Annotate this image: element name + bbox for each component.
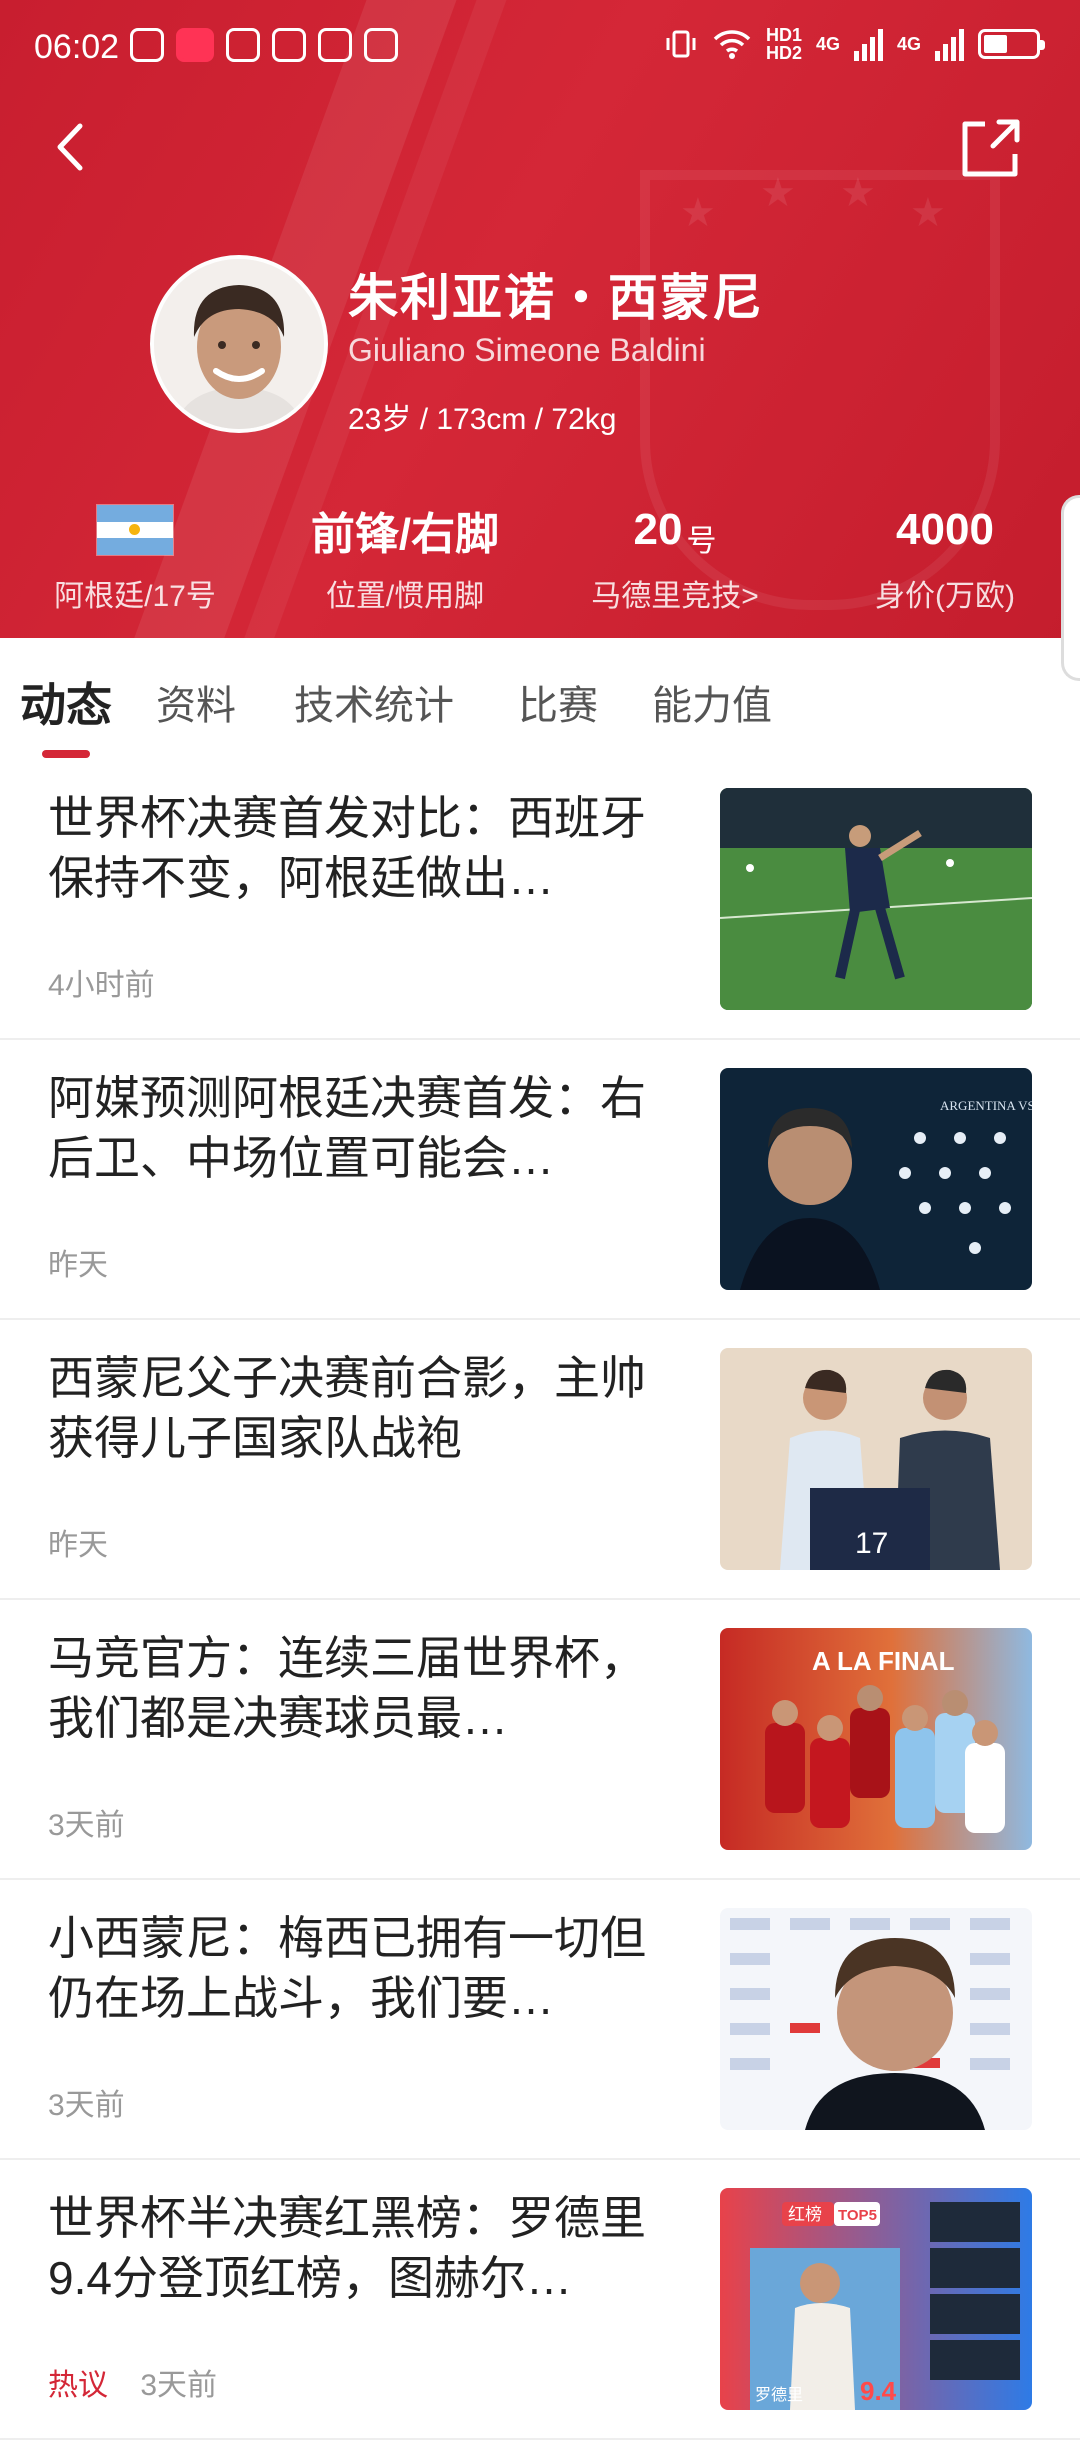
tab-profile[interactable]: 资料 [156,673,236,731]
news-title: 西蒙尼父子决赛前合影，主帅获得儿子国家队战袍 [48,1352,646,1464]
news-meta: 3天前 [48,1800,125,1844]
status-bar: 06:02 HD1 HD2 4G 4G [0,0,1080,100]
browser-icon [272,28,306,62]
player-avatar [150,255,328,433]
stat-position-value: 前锋/右脚 [310,510,500,559]
thumbnail-score: 9.4 [860,2376,897,2406]
thumbnail-player-name: 罗德里 [755,2385,803,2404]
news-thumbnail [720,788,1032,1010]
news-title: 阿媒预测阿根廷决赛首发：右后卫、中场位置可能会… [48,1072,646,1184]
stat-nation-flag-wrap [0,495,270,565]
gallery-icon [318,28,352,62]
news-time: 4小时前 [48,969,155,1002]
wechat-icon [226,28,260,62]
news-meta: 4小时前 [48,960,155,1004]
system-indicators: HD1 HD2 4G 4G [664,26,1045,62]
thumbnail-top-label: TOP5 [838,2207,877,2224]
news-list: 世界杯决赛首发对比：西班牙保持不变，阿根廷做出… 4小时前 阿媒预测阿根廷决赛首… [0,760,1080,2440]
news-time: 3天前 [140,2369,218,2402]
news-time: 3天前 [48,1809,125,1842]
tab-matches[interactable]: 比赛 [518,673,598,731]
stat-club-label: 马德里竞技> [591,580,759,613]
stat-club[interactable]: 20 号 马德里竞技> [540,495,810,615]
news-thumbnail: ARGENTINA VS [720,1068,1032,1290]
news-item[interactable]: 世界杯半决赛红黑榜：罗德里9.4分登顶红榜，图赫尔… 热议 3天前 红榜 TOP… [0,2160,1080,2440]
notification-icons [130,28,398,62]
lte-label-2: 4G [896,33,921,54]
stat-club-value: 20 号 [540,495,810,565]
stat-market-value: 4000 身价(万欧) [810,495,1080,615]
news-item[interactable]: 西蒙尼父子决赛前合影，主帅获得儿子国家队战袍 昨天 17 [0,1320,1080,1600]
vibrate-icon [666,30,696,58]
stat-nation-label: 阿根廷/17号 [54,580,216,613]
stat-position-label: 位置/惯用脚 [325,580,485,613]
thumbnail-caption: A LA FINAL [812,1646,955,1676]
stat-position: 前锋/右脚 位置/惯用脚 [270,495,540,615]
news-meta: 昨天 [48,1520,108,1564]
message-icon [130,28,164,62]
stat-market-value-label: 身价(万欧) [875,580,1015,613]
wifi-icon [713,30,751,59]
news-item[interactable]: 阿媒预测阿根廷决赛首发：右后卫、中场位置可能会… 昨天 ARGENTINA VS [0,1040,1080,1320]
player-header: ★ ★ ★ ★ 06:02 HD1 HD2 4G 4G 朱利亚诺・西蒙尼 Giu… [0,0,1080,638]
shirt-number: 20 [633,505,683,554]
argentina-flag-icon [96,504,174,556]
status-time: 06:02 [34,28,120,66]
news-thumbnail: 17 [720,1348,1032,1570]
thumbnail-badge: 红榜 [788,2205,822,2225]
signal-icon [853,27,883,61]
shirt-number-suffix: 号 [686,525,717,558]
news-thumbnail: A LA FINAL [720,1628,1032,1850]
hd-indicator: HD1 HD2 [766,26,802,62]
hot-topic-tag: 热议 [48,2369,108,2402]
share-icon [962,119,1020,177]
news-time: 昨天 [48,1249,108,1282]
news-meta: 3天前 [48,2080,125,2124]
tab-stats[interactable]: 技术统计 [294,673,454,731]
player-bio: 23岁 / 173cm / 72kg [348,403,617,436]
player-name-cn: 朱利亚诺・西蒙尼 [348,270,764,326]
news-time: 昨天 [48,1529,108,1562]
lte-label-1: 4G [815,33,840,54]
news-title: 世界杯决赛首发对比：西班牙保持不变，阿根廷做出… [48,792,646,904]
thumbnail-caption: ARGENTINA VS [940,1098,1032,1113]
signal-icon [935,27,964,61]
app-badge-icon [176,28,214,62]
news-time: 3天前 [48,2089,125,2122]
news-item[interactable]: 小西蒙尼：梅西已拥有一切但仍在场上战斗，我们要… 3天前 [0,1880,1080,2160]
share-button[interactable] [955,112,1027,184]
tab-bar: 动态 资料 技术统计 比赛 能力值 [0,638,1080,758]
news-item[interactable]: 世界杯决赛首发对比：西班牙保持不变，阿根廷做出… 4小时前 [0,760,1080,1040]
hd2-label: HD2 [765,43,802,63]
news-item[interactable]: 马竞官方：连续三届世界杯，我们都是决赛球员最… 3天前 A LA FINAL [0,1600,1080,1880]
stat-nation[interactable]: 阿根廷/17号 [0,495,270,615]
battery-icon [978,29,1045,59]
news-meta: 昨天 [48,1240,108,1284]
active-tab-indicator [42,750,90,758]
news-title: 世界杯半决赛红黑榜：罗德里9.4分登顶红榜，图赫尔… [48,2192,646,2304]
tab-ratings[interactable]: 能力值 [652,673,772,731]
news-thumbnail: 红榜 TOP5 罗德里 9.4 [720,2188,1032,2410]
player-name-en: Giuliano Simeone Baldini [348,332,706,368]
sync-icon [364,28,398,62]
news-meta: 热议 3天前 [48,2360,217,2404]
news-title: 马竞官方：连续三届世界杯，我们都是决赛球员最… [48,1632,646,1744]
back-button[interactable] [40,112,100,182]
chevron-left-icon [57,123,83,171]
news-thumbnail [720,1908,1032,2130]
player-stats-row: 阿根廷/17号 前锋/右脚 位置/惯用脚 20 号 马德里竞技> 4000 身价(… [0,495,1080,625]
stat-market-value-number: 4000 [896,505,994,554]
svg-text:17: 17 [855,1527,888,1560]
news-title: 小西蒙尼：梅西已拥有一切但仍在场上战斗，我们要… [48,1912,646,2024]
side-drawer-handle[interactable] [1061,495,1080,681]
tab-news[interactable]: 动态 [20,669,112,735]
hd1-label: HD1 [765,25,802,45]
